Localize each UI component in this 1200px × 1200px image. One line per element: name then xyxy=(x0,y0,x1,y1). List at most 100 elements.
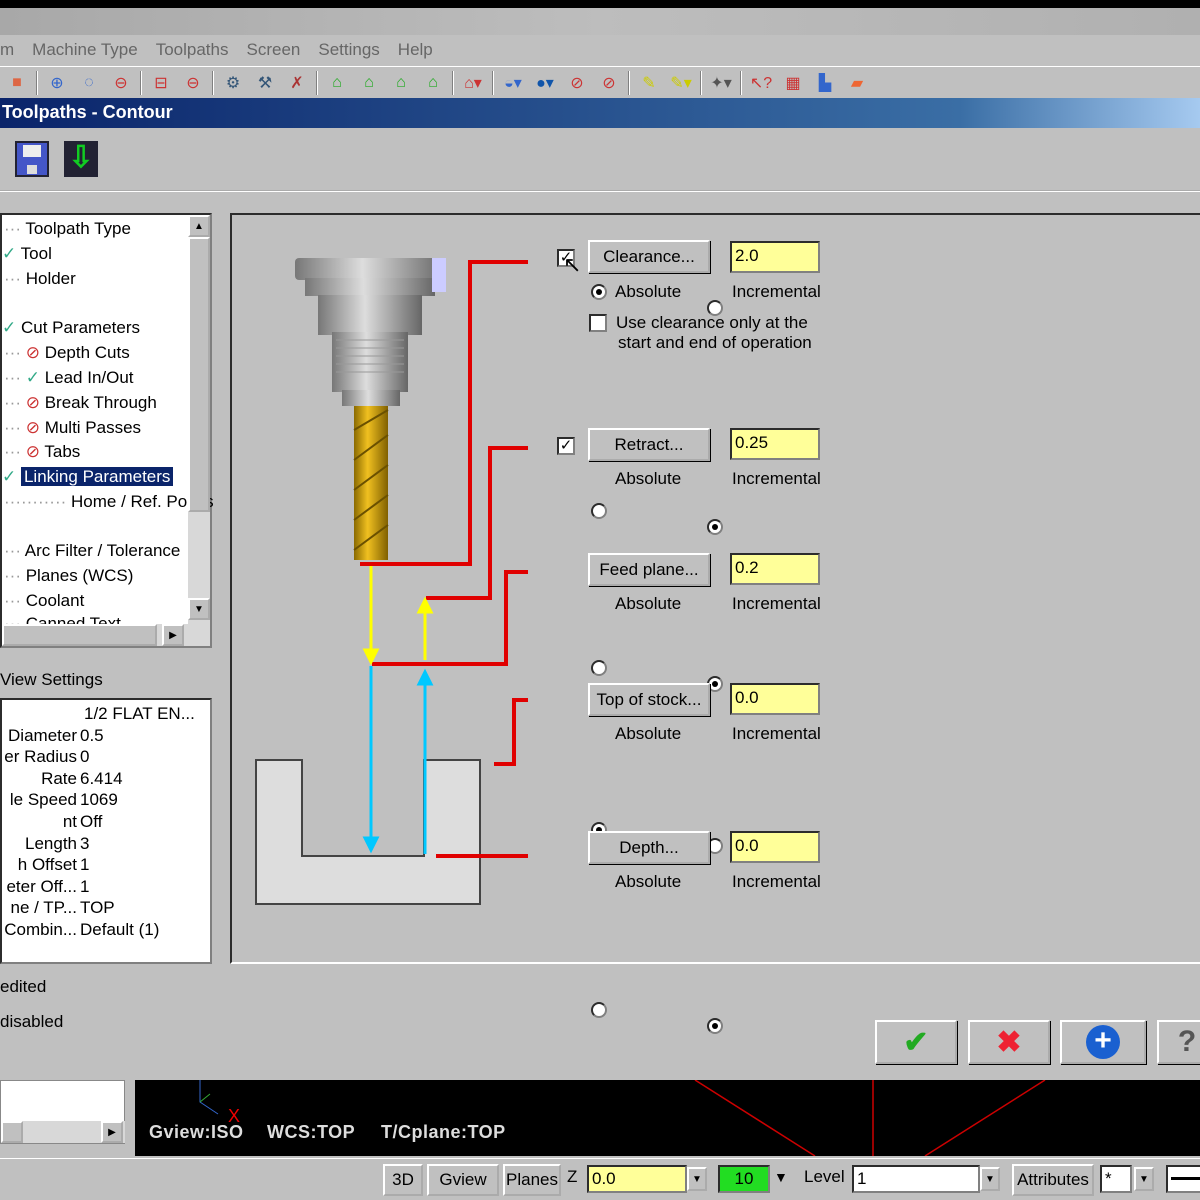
menu-machine-type[interactable]: Machine Type xyxy=(32,40,138,60)
cplane-icon[interactable]: ⌂▾ xyxy=(460,72,486,94)
toolpath-verify-icon[interactable]: ⚙ xyxy=(220,72,246,94)
view-side-icon[interactable]: ⌂ xyxy=(388,72,414,94)
clearance-only-checkbox[interactable] xyxy=(589,314,607,332)
gview-button[interactable]: Gview xyxy=(427,1164,499,1196)
graphics-viewport[interactable]: X Gview:ISO WCS:TOP T/Cplane:TOP xyxy=(135,1080,1200,1156)
apply-button[interactable]: + xyxy=(1060,1020,1146,1064)
save-icon[interactable] xyxy=(15,141,49,177)
scroll-right-button[interactable]: ▶ xyxy=(101,1121,123,1143)
tree-item-holder[interactable]: ··· Holder xyxy=(4,268,76,290)
top-of-stock-button[interactable]: Top of stock... xyxy=(588,683,710,716)
zoom-out-icon[interactable]: ⊖ xyxy=(180,72,206,94)
chart-icon[interactable]: ▙ xyxy=(812,72,838,94)
menu-help[interactable]: Help xyxy=(398,40,433,60)
depth-input[interactable]: 0.0 xyxy=(730,831,820,863)
hide-icon[interactable]: ⊘ xyxy=(564,72,590,94)
toolpath-delete-icon[interactable]: ✗ xyxy=(284,72,310,94)
retract-absolute-radio[interactable] xyxy=(591,503,607,519)
scroll-thumb[interactable] xyxy=(188,237,210,512)
menu-file[interactable]: m xyxy=(0,40,14,60)
scroll-thumb[interactable] xyxy=(2,624,157,646)
feed-plane-absolute-radio[interactable] xyxy=(591,660,607,676)
view-iso-icon[interactable]: ⌂ xyxy=(420,72,446,94)
menu-screen[interactable]: Screen xyxy=(246,40,300,60)
ok-button[interactable]: ✔ xyxy=(875,1020,957,1064)
tree-item-cut-parameters[interactable]: ✓ Cut Parameters xyxy=(2,317,140,339)
point-style-select[interactable]: * xyxy=(1100,1165,1132,1193)
tree-item-tabs[interactable]: ··· ⊘ Tabs xyxy=(4,441,80,463)
tree-item-home-ref-points[interactable]: ··········· Home / Ref. Points xyxy=(4,491,214,513)
scroll-right-button[interactable]: ▶ xyxy=(162,624,184,646)
color-box[interactable]: 10 xyxy=(718,1165,770,1193)
tree-horizontal-scrollbar[interactable]: ▶ xyxy=(2,624,210,646)
point-style-dropdown-button[interactable]: ▼ xyxy=(1134,1167,1154,1191)
top-of-stock-input[interactable]: 0.0 xyxy=(730,683,820,715)
multi-pencil-icon[interactable]: ✎▾ xyxy=(668,72,694,94)
level-label[interactable]: Level xyxy=(804,1167,845,1187)
operations-list[interactable]: ▶ xyxy=(0,1080,125,1144)
load-icon[interactable]: ⇩ xyxy=(64,141,98,177)
tree-vertical-scrollbar[interactable]: ▲ ▼ xyxy=(188,215,210,625)
clearance-input[interactable]: 2.0 xyxy=(730,241,820,273)
depth-button[interactable]: Depth... xyxy=(588,831,710,864)
view-top-icon[interactable]: ⌂ xyxy=(324,72,350,94)
tree-item-toolpath-type[interactable]: ··· Toolpath Type xyxy=(4,218,131,240)
shaded-sphere-icon[interactable]: ●▾ xyxy=(532,72,558,94)
zoom-target-icon[interactable]: ◌ xyxy=(76,72,102,94)
wireframe-icon[interactable]: ◒▾ xyxy=(500,72,526,94)
tree-label: Cut Parameters xyxy=(20,318,141,337)
help-button[interactable]: ? xyxy=(1157,1020,1200,1064)
toolpath-backplot-icon[interactable]: ⚒ xyxy=(252,72,278,94)
tree-label: Holder xyxy=(25,269,76,288)
menu-toolpaths[interactable]: Toolpaths xyxy=(156,40,229,60)
scroll-up-button[interactable]: ▲ xyxy=(188,215,210,237)
unzoom-icon[interactable]: ⊖ xyxy=(108,72,134,94)
cancel-button[interactable]: ✖ xyxy=(968,1020,1050,1064)
menu-settings[interactable]: Settings xyxy=(318,40,379,60)
retract-input[interactable]: 0.25 xyxy=(730,428,820,460)
tree-item-depth-cuts[interactable]: ··· ⊘ Depth Cuts xyxy=(4,342,130,364)
clearance-absolute-radio[interactable] xyxy=(591,284,607,300)
tree-item-arc-filter[interactable]: ··· Arc Filter / Tolerance xyxy=(4,540,180,562)
zoom-out-window-icon[interactable]: ⊟ xyxy=(148,72,174,94)
view-front-icon[interactable]: ⌂ xyxy=(356,72,382,94)
tree-item-coolant[interactable]: ··· Coolant xyxy=(4,590,84,612)
ops-horizontal-scrollbar[interactable]: ▶ xyxy=(1,1121,125,1143)
depth-absolute-radio[interactable] xyxy=(591,1002,607,1018)
tree-item-linking-parameters[interactable]: ✓ Linking Parameters xyxy=(2,466,174,488)
pencil-icon[interactable]: ✎ xyxy=(636,72,662,94)
tree-item-lead-in-out[interactable]: ··· ✓ Lead In/Out xyxy=(4,367,134,389)
shade-icon[interactable]: ■ xyxy=(4,72,30,94)
tree-item-multi-passes[interactable]: ··· ⊘ Multi Passes xyxy=(4,417,141,439)
parameter-tree[interactable]: ··· Toolpath Type ✓ Tool ··· Holder ✓ Cu… xyxy=(0,213,214,648)
image-icon[interactable]: ▰ xyxy=(844,72,870,94)
feed-plane-button[interactable]: Feed plane... xyxy=(588,553,710,586)
tree-item-break-through[interactable]: ··· ⊘ Break Through xyxy=(4,392,157,414)
planes-button[interactable]: Planes xyxy=(503,1164,561,1196)
layers-icon[interactable]: ▦ xyxy=(780,72,806,94)
line-style-select[interactable] xyxy=(1166,1165,1200,1193)
level-dropdown-button[interactable]: ▼ xyxy=(980,1167,1000,1191)
retract-incremental-radio[interactable] xyxy=(707,519,723,535)
color-dropdown-icon[interactable]: ▼ xyxy=(774,1169,788,1185)
feed-plane-input[interactable]: 0.2 xyxy=(730,553,820,585)
attributes-button[interactable]: Attributes xyxy=(1012,1164,1094,1196)
scroll-down-button[interactable]: ▼ xyxy=(188,598,210,620)
zoom-window-icon[interactable]: ⊕ xyxy=(44,72,70,94)
tree-item-tool[interactable]: ✓ Tool xyxy=(2,243,52,265)
level-input[interactable]: 1 xyxy=(852,1165,980,1193)
retract-button[interactable]: Retract... xyxy=(588,428,710,461)
depth-incremental-radio[interactable] xyxy=(707,1018,723,1034)
check-icon: ✓ xyxy=(2,244,21,263)
clearance-button[interactable]: Clearance... xyxy=(588,240,710,273)
z-depth-input[interactable]: 0.0 xyxy=(587,1165,687,1193)
z-dropdown-button[interactable]: ▼ xyxy=(687,1167,707,1191)
3d-button[interactable]: 3D xyxy=(383,1164,423,1196)
retract-checkbox[interactable]: ✓ xyxy=(557,437,575,455)
pin-icon[interactable]: ✦▾ xyxy=(708,72,734,94)
plus-circle-icon: + xyxy=(1086,1025,1120,1059)
tree-item-planes[interactable]: ··· Planes (WCS) xyxy=(4,565,133,587)
unhide-icon[interactable]: ⊘ xyxy=(596,72,622,94)
scroll-thumb[interactable] xyxy=(1,1121,23,1143)
help-pointer-icon[interactable]: ↖? xyxy=(748,72,774,94)
